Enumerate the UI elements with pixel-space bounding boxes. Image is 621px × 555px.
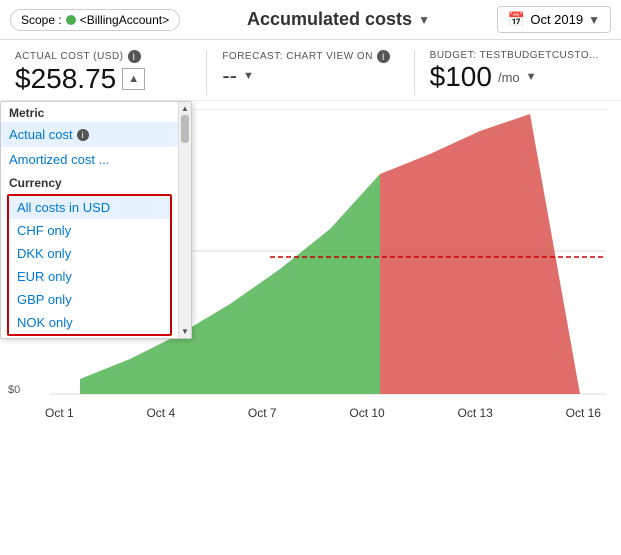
chart-area: $0 $50 Oct 1 Oct 4 Oct 7 Oct 10 Oct 13 O… (0, 101, 621, 476)
accumulated-costs-button[interactable]: Accumulated costs ▼ (247, 9, 430, 30)
x-label-oct1: Oct 1 (45, 406, 74, 420)
x-label-oct16: Oct 16 (566, 406, 601, 420)
budget-block: BUDGET: TESTBUDGETCUSTO... $100 /mo ▼ (430, 50, 606, 93)
x-label-oct4: Oct 4 (146, 406, 175, 420)
scope-label: Scope : (21, 13, 62, 27)
actual-cost-toggle-button[interactable]: ▲ (122, 68, 145, 90)
dropdown-scrollbar[interactable]: ▲ ▼ (178, 102, 191, 338)
scope-selector[interactable]: Scope : <BillingAccount> (10, 9, 180, 31)
forecast-value: -- ▼ (222, 63, 398, 89)
actual-cost-value: $258.75 ▲ (15, 63, 191, 95)
budget-value: $100 /mo ▼ (430, 61, 606, 93)
calendar-icon: 📅 (508, 11, 525, 28)
forecast-label: FORECAST: CHART VIEW ON i (222, 50, 398, 63)
currency-eur[interactable]: EUR only (9, 265, 170, 288)
scroll-up-arrow[interactable]: ▲ (181, 104, 189, 113)
scroll-down-arrow[interactable]: ▼ (181, 327, 189, 336)
budget-label: BUDGET: TESTBUDGETCUSTO... (430, 50, 606, 61)
metric-section-label: Metric (1, 102, 178, 122)
currency-all-usd[interactable]: All costs in USD (9, 196, 170, 219)
currency-nok[interactable]: NOK only (9, 311, 170, 334)
date-range-label: Oct 2019 (530, 12, 583, 27)
actual-cost-block: ACTUAL COST (USD) i $258.75 ▲ (15, 50, 191, 95)
forecast-block: FORECAST: CHART VIEW ON i -- ▼ (222, 50, 398, 89)
date-chevron-icon: ▼ (588, 13, 600, 27)
forecast-chevron-icon: ▼ (243, 70, 254, 82)
currency-options-group: All costs in USD CHF only DKK only EUR o… (7, 194, 172, 336)
accumulated-costs-label: Accumulated costs (247, 9, 412, 30)
metric-amortized-cost[interactable]: Amortized cost ... (1, 147, 178, 172)
currency-gbp[interactable]: GBP only (9, 288, 170, 311)
date-range-selector[interactable]: 📅 Oct 2019 ▼ (497, 6, 611, 33)
dropdown-content: Metric Actual cost i Amortized cost ... … (1, 102, 191, 338)
divider-2 (414, 50, 415, 95)
actual-cost-label: ACTUAL COST (USD) i (15, 50, 191, 63)
budget-chevron-icon: ▼ (526, 71, 537, 83)
metric-currency-dropdown: Metric Actual cost i Amortized cost ... … (0, 101, 192, 339)
currency-dkk[interactable]: DKK only (9, 242, 170, 265)
scope-dot (66, 15, 76, 25)
actual-cost-info-icon[interactable]: i (128, 50, 141, 63)
currency-chf[interactable]: CHF only (9, 219, 170, 242)
x-label-oct13: Oct 13 (457, 406, 492, 420)
title-section: Accumulated costs ▼ (190, 9, 487, 30)
forecast-info-icon[interactable]: i (377, 50, 390, 63)
metric-actual-cost[interactable]: Actual cost i (1, 122, 178, 147)
scope-value: <BillingAccount> (80, 13, 169, 27)
scrollbar-thumb[interactable] (181, 115, 189, 143)
divider-1 (206, 50, 207, 95)
x-label-oct10: Oct 10 (349, 406, 384, 420)
dropdown-list: Metric Actual cost i Amortized cost ... … (1, 102, 178, 338)
red-area (380, 114, 580, 394)
chevron-down-icon: ▼ (418, 13, 430, 27)
top-bar: Scope : <BillingAccount> Accumulated cos… (0, 0, 621, 40)
y-label-0: $0 (8, 384, 26, 396)
x-label-oct7: Oct 7 (248, 406, 277, 420)
currency-section-label: Currency (1, 172, 178, 192)
actual-cost-dropdown-info[interactable]: i (77, 129, 89, 141)
stats-row: ACTUAL COST (USD) i $258.75 ▲ FORECAST: … (0, 40, 621, 101)
x-axis: Oct 1 Oct 4 Oct 7 Oct 10 Oct 13 Oct 16 (45, 404, 601, 420)
